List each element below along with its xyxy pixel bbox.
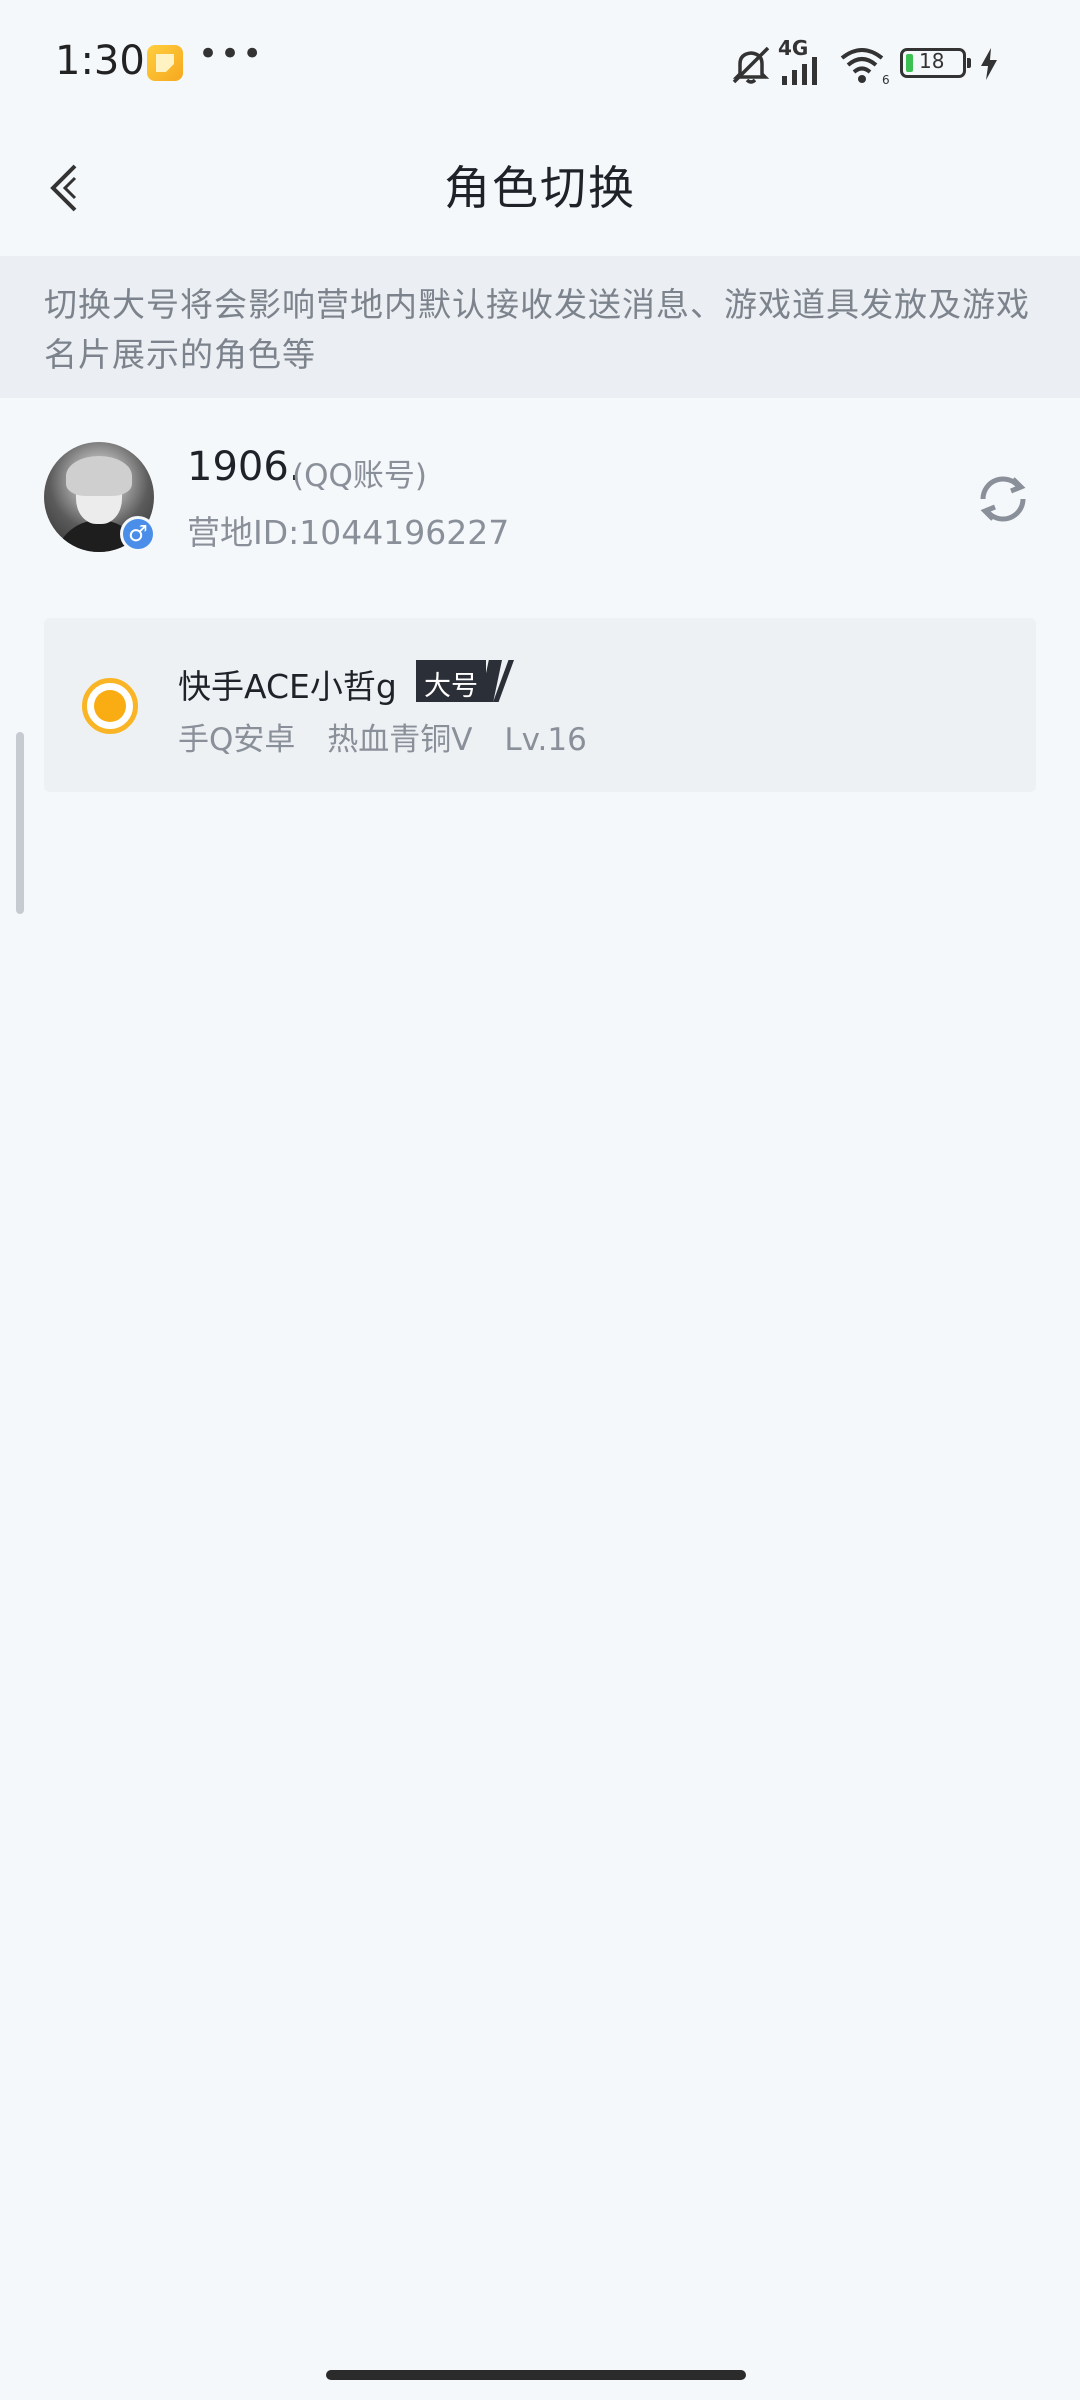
battery-icon: 18: [900, 48, 971, 78]
status-bar: 1:30 ••• 4G 6 18: [0, 0, 1080, 128]
home-indicator[interactable]: [326, 2370, 746, 2380]
role-platform: 手Q安卓: [178, 722, 296, 758]
role-name: 快手ACE小哲g: [178, 667, 397, 706]
notice-text: 切换大号将会影响营地内默认接收发送消息、游戏道具发放及游戏名片展示的角色等: [44, 285, 1030, 374]
main-account-tag: 大号: [416, 660, 514, 702]
role-card[interactable]: 快手ACE小哲g 大号 手Q安卓 热血青铜V Lv.16: [44, 618, 1036, 792]
svg-text:6: 6: [882, 73, 890, 86]
mute-icon: [732, 46, 770, 84]
role-meta: 手Q安卓 热血青铜V Lv.16: [178, 714, 609, 759]
account-type: (QQ账号): [292, 458, 427, 494]
scroll-indicator: [16, 732, 24, 914]
account-id: 营地ID:1044196227: [187, 513, 510, 552]
main-account-tag-label: 大号: [424, 671, 478, 702]
status-icons: 4G 6 18: [728, 36, 1028, 90]
battery-level: 18: [919, 49, 945, 73]
avatar-hair: [66, 456, 132, 496]
app-notification-icon: [147, 45, 183, 81]
role-level: Lv.16: [504, 722, 587, 758]
role-radio-selected[interactable]: [82, 678, 138, 734]
refresh-icon: [980, 476, 1026, 522]
screen: 1:30 ••• 4G 6 18 角色切换 切换大号将会影响营地内默认接收发送消…: [0, 0, 1080, 2400]
wifi-icon: 6: [840, 48, 890, 86]
page-title: 角色切换: [444, 161, 636, 215]
role-rank: 热血青铜V: [327, 722, 473, 758]
male-icon: ♂: [120, 516, 156, 552]
charging-icon: [981, 48, 997, 80]
refresh-button[interactable]: [970, 466, 1036, 532]
account-section: ♂ 1906. (QQ账号) 营地ID:1044196227: [0, 398, 1080, 598]
more-notifications-icon: •••: [198, 34, 265, 74]
status-time: 1:30: [55, 38, 145, 84]
signal-icon: [782, 57, 817, 85]
header: 角色切换: [0, 128, 1080, 256]
account-name: 1906.: [187, 444, 302, 490]
notice-banner: 切换大号将会影响营地内默认接收发送消息、游戏道具发放及游戏名片展示的角色等: [0, 256, 1080, 398]
